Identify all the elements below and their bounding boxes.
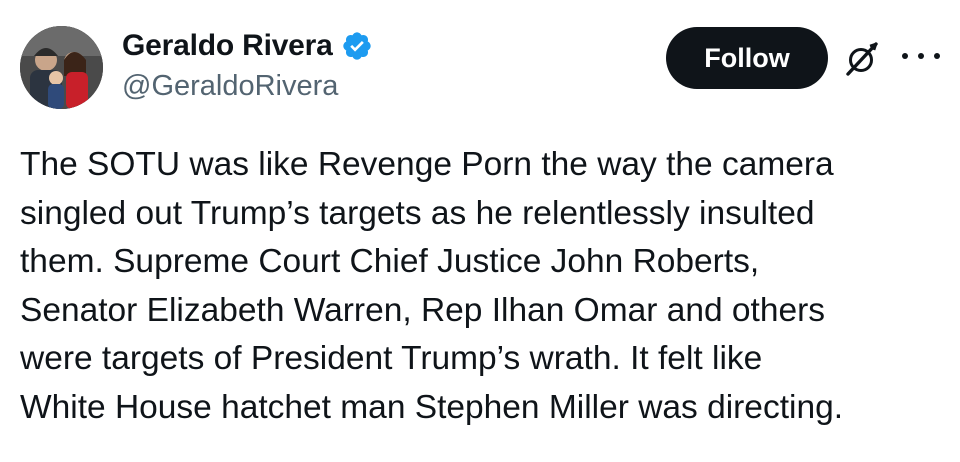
avatar-photo — [20, 26, 103, 109]
tweet-text-line: White House hatchet man Stephen Miller w… — [20, 388, 844, 426]
verified-badge-icon — [341, 30, 373, 62]
more-options-icon[interactable] — [902, 46, 940, 66]
tweet-text-line: The SOTU was like Revenge Porn the way t… — [20, 146, 834, 183]
author-display-name[interactable]: Geraldo Rivera — [122, 29, 333, 63]
author-handle[interactable]: @GeraldoRivera — [122, 70, 338, 103]
author-name-row: Geraldo Rivera — [122, 26, 373, 66]
tweet-text-line: singled out Trump’s targets as he relent… — [20, 194, 815, 232]
tweet-text-line: were targets of President Trump’s wrath.… — [20, 340, 763, 377]
tweet-text: The SOTU was like Revenge Porn the way t… — [20, 141, 950, 432]
avatar[interactable] — [20, 26, 103, 109]
tweet-text-line: Senator Elizabeth Warren, Rep Ilhan Omar… — [20, 291, 826, 329]
tweet-text-line: them. Supreme Court Chief Justice John R… — [20, 243, 760, 280]
tweet-card: Geraldo Rivera @GeraldoRivera Follow The… — [0, 0, 960, 462]
grok-icon[interactable] — [843, 40, 881, 78]
follow-button[interactable]: Follow — [666, 27, 828, 89]
